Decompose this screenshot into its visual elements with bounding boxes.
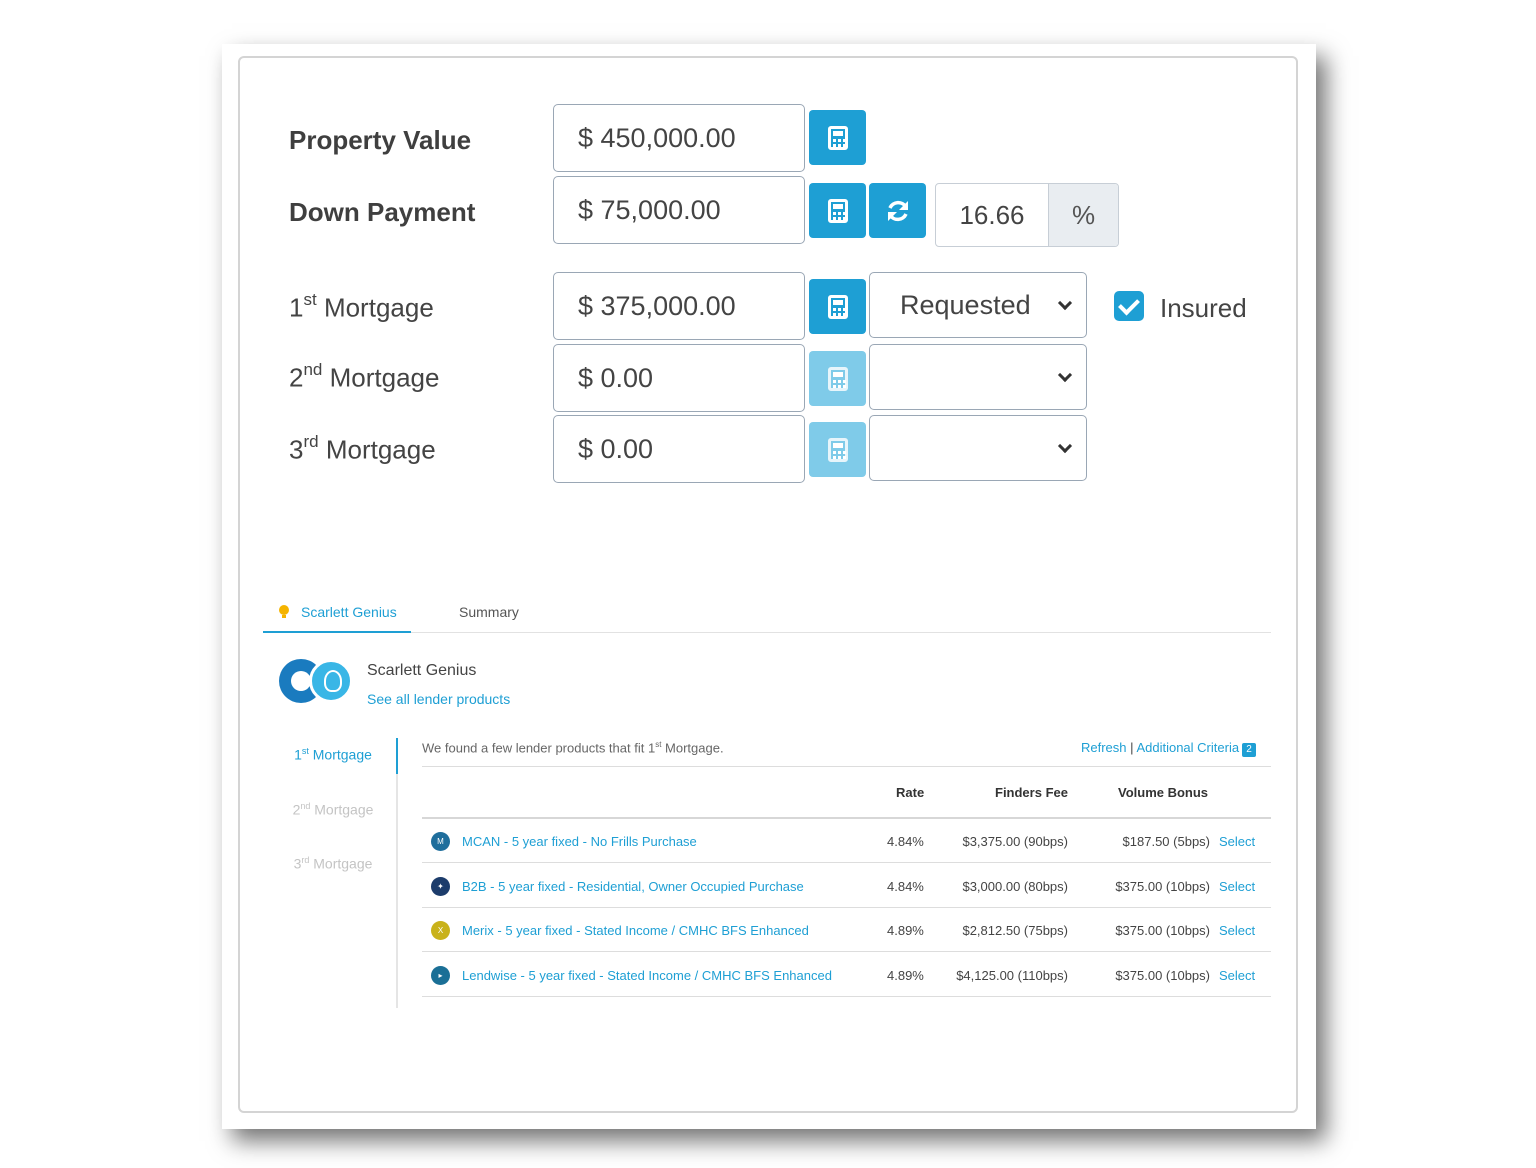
third-mortgage-label: 3rd Mortgage xyxy=(289,432,436,465)
refresh-icon xyxy=(887,200,908,221)
select-product-link[interactable]: Select xyxy=(1219,879,1255,894)
additional-criteria-link[interactable]: Additional Criteria xyxy=(1136,740,1239,755)
active-indicator xyxy=(396,738,398,774)
select-product-link[interactable]: Select xyxy=(1219,834,1255,849)
refresh-link[interactable]: Refresh xyxy=(1081,740,1127,755)
b2b-logo-icon: ✦ xyxy=(431,876,450,896)
column-header-volume-bonus: Volume Bonus xyxy=(1118,785,1209,800)
side-item-first-mortgage[interactable]: 1st Mortgage xyxy=(270,746,396,763)
product-name-link[interactable]: Merix - 5 year fixed - Stated Income / C… xyxy=(462,923,809,938)
down-payment-calculator-button[interactable] xyxy=(809,183,866,238)
rate-cell: 4.89% xyxy=(887,967,924,983)
select-product-link[interactable]: Select xyxy=(1219,923,1255,938)
mcan-logo-icon: M xyxy=(431,832,450,851)
product-name-link[interactable]: B2B - 5 year fixed - Residential, Owner … xyxy=(462,879,804,894)
finders-fee-cell: $3,000.00 (80bps) xyxy=(962,878,1068,894)
insured-checkbox[interactable] xyxy=(1114,291,1144,321)
second-mortgage-status-select[interactable] xyxy=(869,344,1087,410)
tab-scarlett-genius[interactable]: Scarlett Genius xyxy=(263,596,411,633)
lightbulb-icon xyxy=(279,605,289,618)
percent-addon: % xyxy=(1048,184,1118,246)
second-mortgage-calculator-button[interactable] xyxy=(809,351,866,406)
genius-title: Scarlett Genius xyxy=(367,662,477,679)
third-mortgage-input[interactable]: $ 0.00 xyxy=(553,415,805,483)
down-payment-percent-input[interactable]: 16.66 xyxy=(936,184,1048,246)
select-value: Requested xyxy=(900,290,1031,320)
lendwise-logo-icon: ▸ xyxy=(431,965,450,985)
first-mortgage-input[interactable]: $ 375,000.00 xyxy=(553,272,805,340)
finders-fee-cell: $2,812.50 (75bps) xyxy=(962,923,1068,938)
first-mortgage-calculator-button[interactable] xyxy=(809,279,866,334)
chevron-down-icon xyxy=(1057,295,1073,311)
property-value-calculator-button[interactable] xyxy=(809,110,866,165)
results-summary-text: We found a few lender products that fit … xyxy=(422,740,724,756)
first-mortgage-status-select[interactable]: Requested xyxy=(869,272,1087,338)
second-mortgage-input[interactable]: $ 0.00 xyxy=(553,344,805,412)
criteria-count-badge: 2 xyxy=(1242,743,1257,757)
insured-label: Insured xyxy=(1160,293,1247,323)
third-mortgage-status-select[interactable] xyxy=(869,415,1087,481)
see-all-lender-products-link[interactable]: See all lender products xyxy=(367,691,510,707)
rate-cell: 4.89% xyxy=(887,923,924,938)
mortgage-side-nav: 1st Mortgage 2nd Mortgage 3rd Mortgage xyxy=(270,738,398,1008)
calculator-icon xyxy=(827,198,848,223)
table-row: X Merix - 5 year fixed - Stated Income / … xyxy=(422,908,1271,952)
calculator-icon xyxy=(827,437,848,462)
calculator-icon xyxy=(827,125,848,150)
table-row: ✦ B2B - 5 year fixed - Residential, Owner… xyxy=(422,864,1271,908)
product-name-link[interactable]: MCAN - 5 year fixed - No Frills Purchase xyxy=(462,834,697,849)
tab-summary[interactable]: Summary xyxy=(459,596,519,633)
first-mortgage-label: 1st Mortgage xyxy=(289,290,434,323)
results-actions: Refresh | Additional Criteria 2 xyxy=(1081,740,1257,757)
finders-fee-cell: $3,375.00 (90bps) xyxy=(962,834,1068,849)
chevron-down-icon xyxy=(1057,367,1073,383)
rate-cell: 4.84% xyxy=(887,834,924,849)
down-payment-label: Down Payment xyxy=(289,197,476,227)
third-mortgage-calculator-button[interactable] xyxy=(809,422,866,477)
chevron-down-icon xyxy=(1057,438,1073,454)
calculator-icon xyxy=(827,366,848,391)
merix-logo-icon: X xyxy=(431,921,450,940)
table-divider xyxy=(422,766,1271,767)
property-value-input[interactable]: $ 450,000.00 xyxy=(553,104,805,172)
calculator-icon xyxy=(827,294,848,319)
column-header-rate: Rate xyxy=(896,785,925,800)
column-header-finders-fee: Finders Fee xyxy=(995,785,1068,800)
down-payment-percent-group: 16.66 % xyxy=(935,183,1119,247)
product-name-link[interactable]: Lendwise - 5 year fixed - Stated Income … xyxy=(462,968,832,983)
side-item-second-mortgage[interactable]: 2nd Mortgage xyxy=(270,801,396,818)
property-value-label: Property Value xyxy=(289,125,472,155)
second-mortgage-label: 2nd Mortgage xyxy=(289,360,440,393)
refresh-percent-button[interactable] xyxy=(869,183,926,238)
scarlett-genius-logo xyxy=(279,659,353,703)
select-product-link[interactable]: Select xyxy=(1219,968,1255,983)
table-row: M MCAN - 5 year fixed - No Frills Purchas… xyxy=(422,819,1271,863)
volume-bonus-cell: $375.00 (10bps) xyxy=(1115,923,1210,938)
rate-cell: 4.84% xyxy=(887,878,924,894)
side-item-third-mortgage[interactable]: 3rd Mortgage xyxy=(270,855,396,872)
down-payment-input[interactable]: $ 75,000.00 xyxy=(553,176,805,244)
tab-bar: Scarlett Genius Summary xyxy=(263,596,1271,633)
finders-fee-cell: $4,125.00 (110bps) xyxy=(956,967,1068,983)
volume-bonus-cell: $375.00 (10bps) xyxy=(1115,878,1210,894)
volume-bonus-cell: $187.50 (5bps) xyxy=(1122,834,1210,849)
volume-bonus-cell: $375.00 (10bps) xyxy=(1115,967,1210,983)
table-row: ▸ Lendwise - 5 year fixed - Stated Income… xyxy=(422,953,1271,997)
